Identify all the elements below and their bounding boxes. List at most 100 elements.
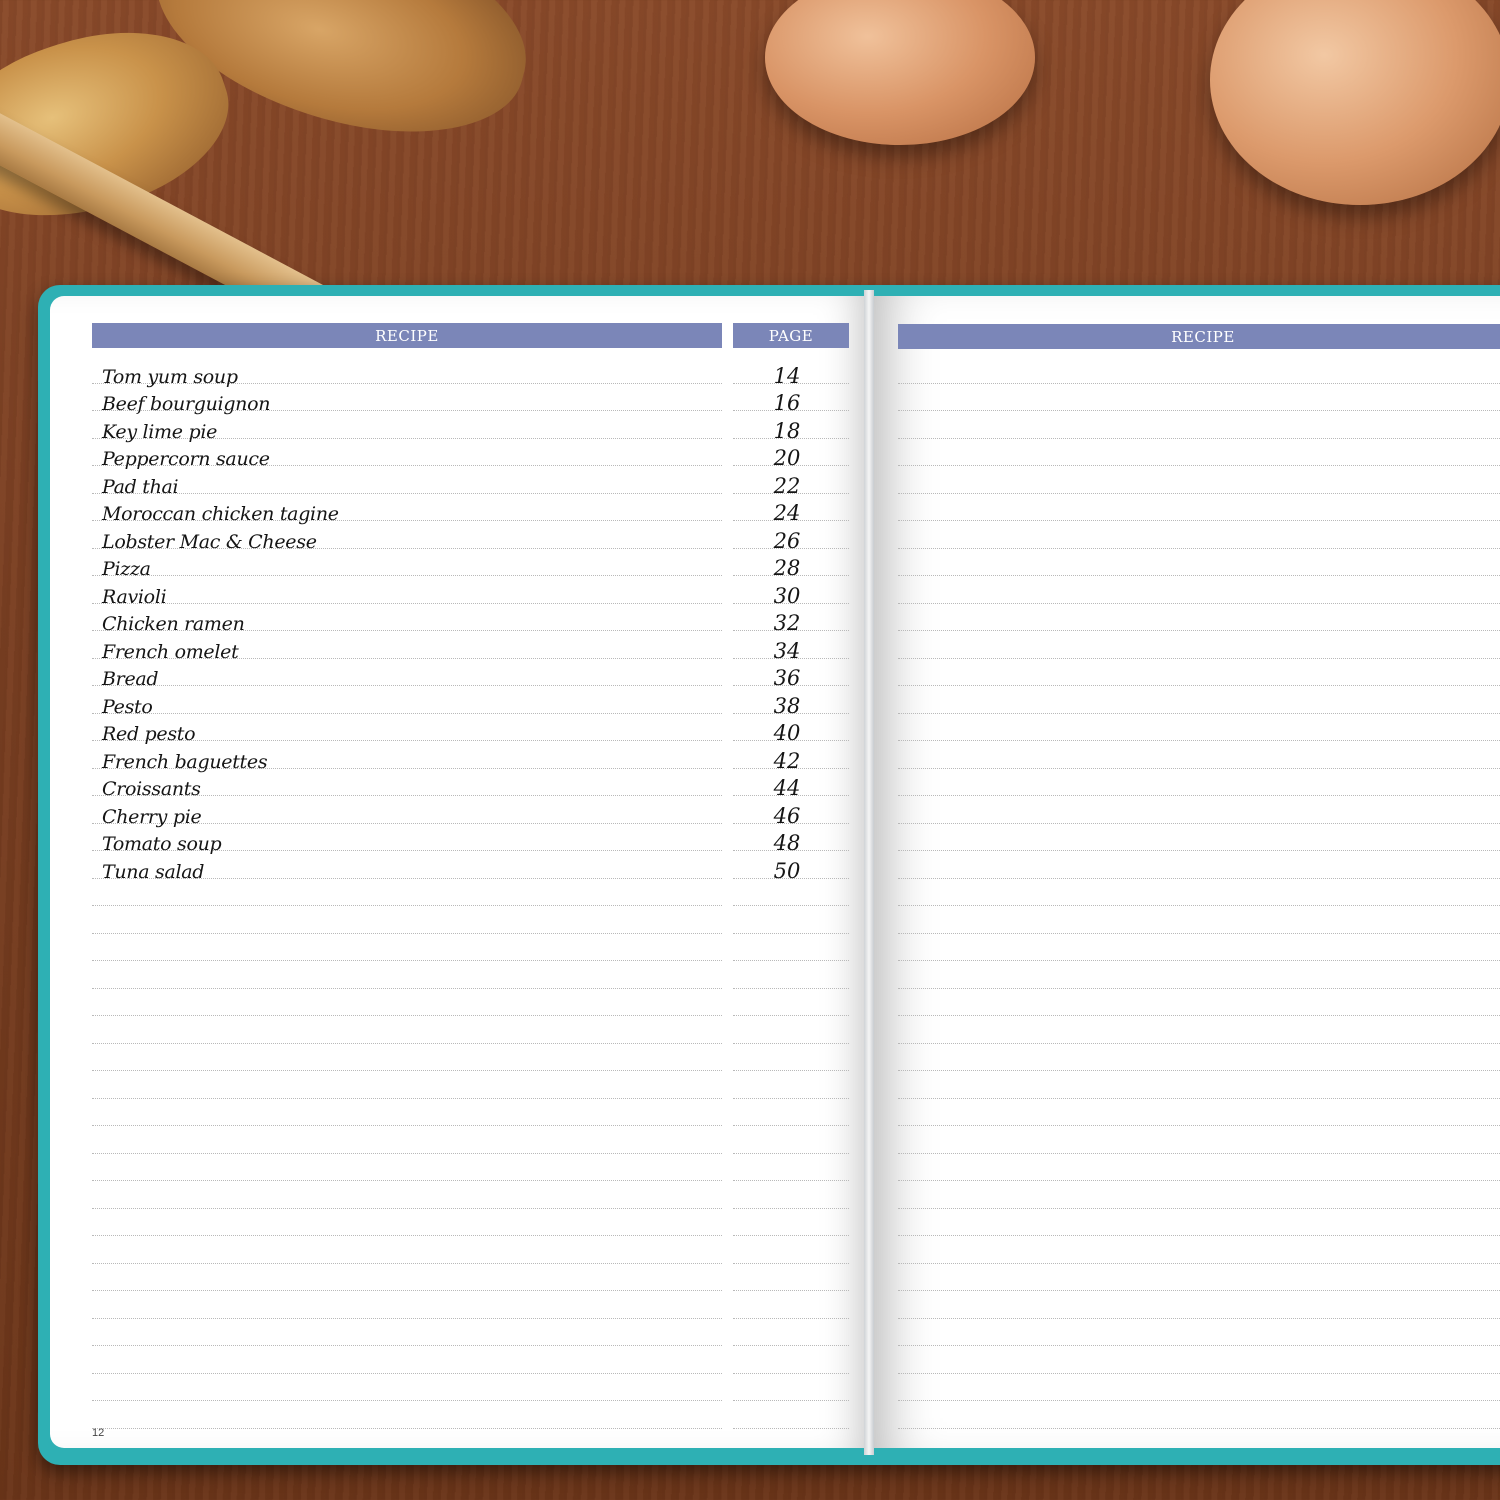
page-line: 32: [733, 604, 849, 635]
right-recipe-line: [898, 1126, 1500, 1154]
right-recipe-line: [898, 1346, 1500, 1374]
page-line: [733, 1016, 849, 1044]
recipe-line: [92, 1346, 722, 1374]
recipe-line: Tom yum soup: [92, 356, 722, 388]
recipe-line: [92, 1209, 722, 1236]
recipe-header-label: RECIPE: [375, 326, 439, 345]
recipe-line: [92, 1071, 722, 1099]
page-line: 16: [733, 384, 849, 415]
page-line: [733, 989, 849, 1016]
right-recipe-line: [898, 549, 1500, 576]
page-line: 42: [733, 741, 849, 773]
page-line: 38: [733, 686, 849, 718]
right-recipe-line: [898, 1209, 1500, 1236]
recipe-line: Chicken ramen: [92, 604, 722, 635]
right-recipe-line: [898, 1154, 1500, 1181]
right-recipe-line: [898, 384, 1500, 411]
page-line: [733, 1264, 849, 1291]
right-recipe-line: [898, 1099, 1500, 1126]
recipe-line: Moroccan chicken tagine: [92, 494, 722, 525]
recipe-line: Pizza: [92, 549, 722, 580]
right-recipe-line: [898, 356, 1500, 384]
page-line: 40: [733, 714, 849, 745]
page-line: [733, 1181, 849, 1209]
recipe-line: Lobster Mac & Cheese: [92, 521, 722, 553]
page-line: [733, 1401, 849, 1429]
page-line: [733, 934, 849, 961]
recipe-line: [92, 906, 722, 934]
recipe-line: French baguettes: [92, 741, 722, 773]
right-recipe-line: [898, 741, 1500, 769]
page-line: [733, 879, 849, 906]
right-recipe-line: [898, 439, 1500, 466]
page-line: 14: [733, 356, 849, 388]
page-line: [733, 1154, 849, 1181]
right-recipe-line: [898, 989, 1500, 1016]
page-line: [733, 1374, 849, 1401]
right-recipe-line: [898, 576, 1500, 604]
page-line: 30: [733, 576, 849, 608]
right-recipe-line: [898, 659, 1500, 686]
recipe-line: Peppercorn sauce: [92, 439, 722, 470]
notebook-spine: [864, 290, 874, 1455]
page-line: [733, 1291, 849, 1319]
right-recipe-line: [898, 1264, 1500, 1291]
right-recipe-line: [898, 879, 1500, 906]
page-line: [733, 1044, 849, 1071]
right-recipe-line: [898, 1071, 1500, 1099]
page-line: 34: [733, 631, 849, 663]
recipe-column-header: RECIPE: [92, 323, 722, 348]
right-recipe-line: [898, 604, 1500, 631]
right-recipe-line: [898, 1319, 1500, 1346]
page-line: [733, 961, 849, 989]
recipe-line: [92, 1374, 722, 1401]
right-recipe-line: [898, 521, 1500, 549]
page-header-label: PAGE: [768, 326, 814, 345]
right-recipe-line: [898, 411, 1500, 439]
recipe-line: Pesto: [92, 686, 722, 718]
page-line: 22: [733, 466, 849, 498]
page-line: 36: [733, 659, 849, 690]
recipe-line: Key lime pie: [92, 411, 722, 443]
page-line: 24: [733, 494, 849, 525]
recipe-line: French omelet: [92, 631, 722, 663]
recipe-line: [92, 1016, 722, 1044]
page-number: 12: [92, 1427, 105, 1439]
right-recipe-line: [898, 1016, 1500, 1044]
recipe-line: Croissants: [92, 769, 722, 800]
page-line: 28: [733, 549, 849, 580]
right-recipe-line: [898, 714, 1500, 741]
recipe-line: Beef bourguignon: [92, 384, 722, 415]
right-recipe-column-header: RECIPE: [898, 324, 1500, 349]
recipe-line: Ravioli: [92, 576, 722, 608]
recipe-line: [92, 1181, 722, 1209]
right-recipe-line: [898, 1401, 1500, 1429]
right-recipe-line: [898, 1236, 1500, 1264]
right-recipe-line: [898, 466, 1500, 494]
recipe-line: [92, 1401, 722, 1429]
recipe-line: [92, 1236, 722, 1264]
page-column: 14 16 18 20 22 24 26 28 30 32 34 36 38 40 42 44 46 48 50: [733, 356, 849, 1429]
recipe-line: [92, 879, 722, 906]
egg: [765, 0, 1035, 145]
right-recipe-header-label: RECIPE: [1171, 327, 1235, 346]
recipe-line: [92, 1154, 722, 1181]
page-line: [733, 1346, 849, 1374]
right-recipe-line: [898, 1181, 1500, 1209]
page-line: 48: [733, 824, 849, 855]
recipe-column: Tom yum soup Beef bourguignon Key lime pie…: [92, 356, 722, 1429]
right-recipe-line: [898, 769, 1500, 796]
right-recipe-line: [898, 631, 1500, 659]
recipe-line: [92, 961, 722, 989]
page-line: 18: [733, 411, 849, 443]
page-line: [733, 1071, 849, 1099]
recipe-line: [92, 1291, 722, 1319]
right-recipe-line: [898, 824, 1500, 851]
page-line: 50: [733, 851, 849, 883]
recipe-line: Tuna salad: [92, 851, 722, 883]
recipe-line: [92, 1044, 722, 1071]
page-line: 46: [733, 796, 849, 828]
page-line: [733, 906, 849, 934]
right-recipe-line: [898, 1291, 1500, 1319]
right-recipe-line: [898, 1044, 1500, 1071]
